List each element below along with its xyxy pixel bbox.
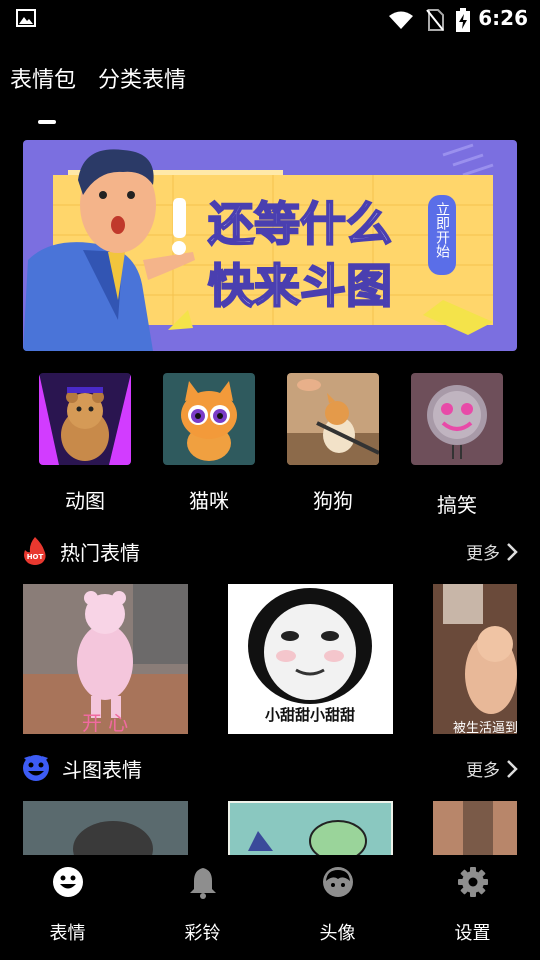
battle-more-link[interactable]: 更多 [466, 756, 518, 781]
promo-banner[interactable]: 还等什么 快来斗图 立即开始 [23, 140, 517, 351]
image-notification-icon [16, 9, 36, 27]
category-funny-thumb [411, 373, 503, 465]
battle-emoji-image [433, 801, 517, 855]
hot-emoji-image: 开 心 [23, 584, 188, 734]
hot-emoji-image: 小甜甜小甜甜 [228, 584, 393, 734]
nav-avatar-label: 头像 [319, 923, 356, 944]
hot-emoji-card[interactable]: 小甜甜小甜甜 [228, 584, 393, 734]
category-dog-thumb [287, 373, 379, 465]
banner-line-2: 快来斗图 [208, 259, 392, 313]
hot-more-link[interactable]: 更多 [466, 539, 518, 564]
top-tabs: 表情包 分类表情 [10, 62, 186, 94]
category-gif-thumb [39, 373, 131, 465]
battle-emoji-card[interactable] [23, 801, 188, 855]
hot-section-title: 热门表情 [60, 540, 140, 565]
banner-line-1: 还等什么 [208, 197, 392, 251]
battery-charging-icon [456, 8, 470, 32]
battle-section-header: 斗图表情 更多 [22, 752, 518, 784]
avatar-face-icon [322, 867, 353, 897]
battle-more-label: 更多 [466, 761, 500, 781]
nav-emoji[interactable]: 表情 [0, 855, 135, 945]
no-sim-icon [426, 9, 444, 31]
battle-emoji-row [23, 801, 540, 855]
nav-avatar[interactable]: 头像 [270, 855, 405, 945]
battle-emoji-card[interactable] [433, 801, 517, 855]
hot-section-header: HOT 热门表情 更多 [22, 535, 518, 567]
banner-badge: 立即开始 [434, 202, 450, 258]
battle-section-title: 斗图表情 [62, 757, 142, 782]
tab-emoji-pack[interactable]: 表情包 [10, 62, 76, 94]
category-funny-label: 搞笑 [437, 493, 477, 517]
category-cat-label: 猫咪 [189, 489, 229, 513]
hot-emoji-image: 被生活逼到 [433, 584, 517, 734]
nav-settings-label: 设置 [454, 923, 491, 944]
category-cat-thumb [163, 373, 255, 465]
smile-face-icon [52, 867, 83, 897]
hot-emoji-row: 开 心 小甜甜小甜甜 被生活逼到 [23, 584, 540, 734]
hot-card-2-caption: 小甜甜小甜甜 [265, 706, 355, 724]
battle-emoji-image [23, 801, 188, 855]
category-dog[interactable]: 狗狗 [287, 373, 379, 514]
category-gif[interactable]: 动图 [39, 373, 131, 514]
status-time: 6:26 [478, 6, 528, 30]
hot-badge-text: HOT [27, 553, 44, 561]
gear-icon [457, 867, 488, 897]
hot-flame-icon: HOT [24, 537, 46, 565]
tab-indicator [38, 120, 56, 124]
bell-icon [189, 868, 216, 899]
hot-card-1-caption: 开 心 [82, 711, 128, 734]
category-dog-label: 狗狗 [313, 489, 353, 513]
hot-emoji-card[interactable]: 被生活逼到 [433, 584, 517, 734]
nav-ringtone[interactable]: 彩铃 [135, 855, 270, 945]
bottom-nav: 表情 彩铃 头像 设置 [0, 855, 540, 960]
chevron-right-icon [507, 542, 518, 561]
nav-settings[interactable]: 设置 [405, 855, 540, 945]
category-funny[interactable]: 搞笑 [411, 373, 503, 518]
status-bar: 6:26 [0, 0, 540, 36]
nav-emoji-label: 表情 [49, 923, 86, 944]
battle-emoji-card[interactable] [228, 801, 393, 855]
category-gif-label: 动图 [65, 489, 105, 513]
battle-emoji-image [228, 801, 393, 855]
hot-emoji-card[interactable]: 开 心 [23, 584, 188, 734]
chevron-right-icon [507, 759, 518, 778]
hot-card-3-caption: 被生活逼到 [453, 721, 517, 734]
battle-smile-icon [23, 755, 49, 781]
category-cat[interactable]: 猫咪 [163, 373, 255, 514]
nav-ringtone-label: 彩铃 [184, 923, 221, 944]
hot-more-label: 更多 [466, 544, 500, 564]
wifi-icon [389, 11, 413, 29]
banner-illustration: 还等什么 快来斗图 立即开始 [23, 140, 517, 351]
tab-category-emoji[interactable]: 分类表情 [98, 62, 186, 94]
